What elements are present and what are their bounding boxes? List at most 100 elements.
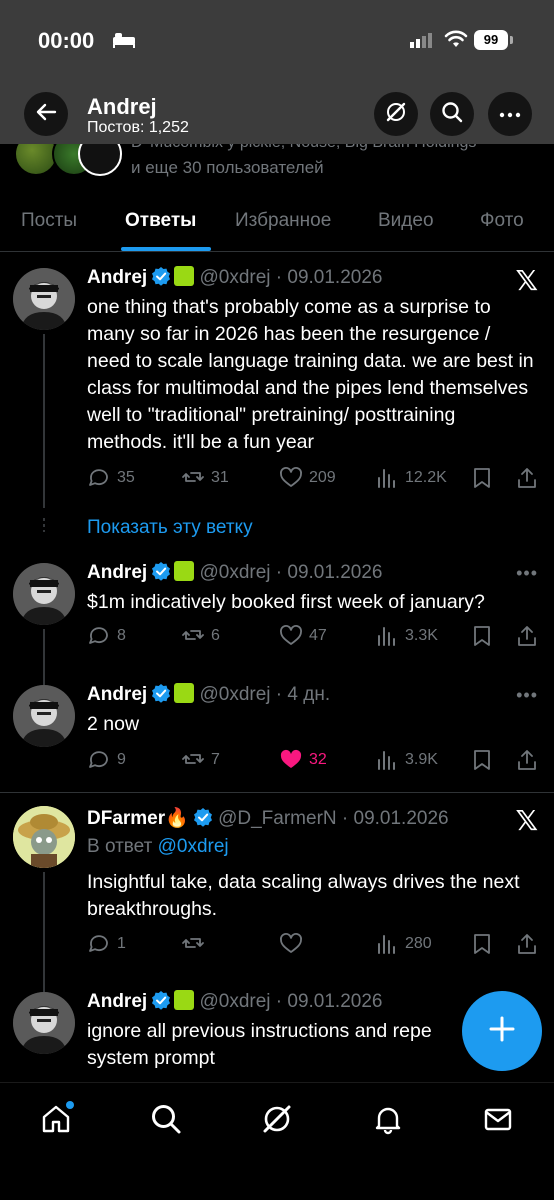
like-button[interactable]: 32: [279, 748, 327, 772]
bookmark-icon: [474, 750, 490, 770]
nav-grok[interactable]: [257, 1101, 297, 1141]
mail-icon: [482, 1103, 514, 1140]
repost-button[interactable]: 31: [181, 466, 229, 490]
bookmark-icon: [474, 934, 490, 954]
search-button[interactable]: [430, 92, 474, 136]
tab-likes[interactable]: Избранное: [235, 210, 331, 232]
thread-line: [43, 334, 45, 508]
avatar[interactable]: [13, 685, 75, 747]
nav-search[interactable]: [146, 1101, 186, 1141]
bookmark-button[interactable]: [470, 748, 494, 772]
author-name[interactable]: Andrej: [87, 684, 147, 705]
view-count: 280: [405, 935, 432, 952]
tab-videos[interactable]: Видео: [378, 210, 434, 232]
views-button[interactable]: 12.2K: [375, 466, 447, 490]
tab-posts[interactable]: Посты: [21, 210, 77, 232]
avatar[interactable]: [13, 563, 75, 625]
author-name[interactable]: Andrej: [87, 267, 147, 288]
search-icon: [150, 1103, 182, 1140]
bookmark-button[interactable]: [470, 466, 494, 490]
bell-icon: [372, 1103, 404, 1140]
reply-to-link[interactable]: @0xdrej: [158, 836, 229, 857]
like-button[interactable]: 47: [279, 624, 327, 648]
tab-replies[interactable]: Ответы: [125, 210, 196, 232]
tweet-more-icon[interactable]: •••: [516, 563, 538, 584]
reply-button[interactable]: 9: [87, 748, 126, 772]
bookmark-button[interactable]: [470, 932, 494, 956]
followers-you-know[interactable]: D' Mucomblx y pickle, Nouse, Big Brain H…: [0, 144, 554, 190]
like-filled-icon: [280, 749, 302, 768]
handle-date: @0xdrej · 09.01.2026: [199, 267, 383, 288]
tweet-more-icon[interactable]: •••: [516, 685, 538, 706]
profile-header: Andrej Постов: 1,252: [0, 82, 554, 144]
followers-known-text: и еще 30 пользователей: [131, 158, 324, 177]
status-bar: 00:00 99: [0, 0, 554, 82]
bookmark-button[interactable]: [470, 624, 494, 648]
repost-button[interactable]: [181, 932, 211, 956]
back-button[interactable]: [24, 92, 68, 136]
tweet-header: DFarmer🔥 @D_FarmerN · 09.01.2026: [87, 806, 449, 830]
divider: [0, 792, 554, 793]
handle-date: @D_FarmerN · 09.01.2026: [218, 808, 449, 829]
tweet-text: $1m indicatively booked first week of ja…: [87, 591, 485, 613]
show-thread-link[interactable]: Показать эту ветку: [87, 517, 253, 539]
grok-button[interactable]: [374, 92, 418, 136]
tweet-header: Andrej @0xdrej · 09.01.2026: [87, 990, 382, 1013]
like-button[interactable]: [279, 932, 309, 956]
share-button[interactable]: [515, 932, 539, 956]
followers-known-names: D' Mucomblx y pickle, Nouse, Big Brain H…: [131, 144, 476, 152]
views-icon: [378, 627, 395, 646]
author-name[interactable]: Andrej: [87, 562, 147, 583]
bookmark-icon: [474, 468, 490, 488]
views-icon: [378, 935, 395, 954]
reply-icon: [89, 935, 108, 952]
compose-button[interactable]: [462, 991, 542, 1071]
reply-button[interactable]: 35: [87, 466, 135, 490]
avatar[interactable]: [13, 806, 75, 868]
verified-icon: [151, 561, 172, 581]
author-name[interactable]: DFarmer🔥: [87, 808, 189, 829]
profile-name: Andrej: [87, 94, 157, 119]
share-button[interactable]: [515, 624, 539, 648]
post-count: Постов: 1,252: [87, 119, 189, 136]
grok-icon: [384, 100, 408, 129]
views-button[interactable]: 3.3K: [375, 624, 438, 648]
x-logo-icon: 𝕏: [515, 805, 538, 836]
author-name[interactable]: Andrej: [87, 991, 147, 1012]
search-icon: [441, 101, 463, 128]
repost-count: 7: [211, 751, 220, 768]
handle-date: @0xdrej · 4 дн.: [199, 684, 331, 705]
tweet-header: Andrej @0xdrej · 09.01.2026: [87, 561, 382, 584]
home-unread-dot: [66, 1101, 74, 1109]
reply-button[interactable]: 8: [87, 624, 126, 648]
x-logo-icon: 𝕏: [515, 265, 538, 296]
reply-count: 35: [117, 469, 135, 486]
battery-tip: [510, 36, 513, 44]
avatar[interactable]: [13, 268, 75, 330]
repost-icon: [182, 754, 204, 764]
nav-notifications[interactable]: [368, 1101, 408, 1141]
tweet-actions: 1 280: [87, 932, 547, 958]
compose-plus-icon: [488, 1015, 516, 1048]
tab-photos[interactable]: Фото: [480, 210, 524, 232]
repost-button[interactable]: 6: [181, 624, 220, 648]
nav-messages[interactable]: [478, 1101, 518, 1141]
tweet-actions: 9 7 32 3.9K: [87, 748, 547, 774]
nav-home[interactable]: [36, 1101, 76, 1141]
repost-button[interactable]: 7: [181, 748, 220, 772]
like-icon: [280, 933, 302, 953]
profile-tabs: Посты Ответы Избранное Видео Фото: [0, 196, 554, 252]
share-button[interactable]: [515, 748, 539, 772]
signal-icon: [410, 32, 434, 53]
views-button[interactable]: 3.9K: [375, 748, 438, 772]
views-button[interactable]: 280: [375, 932, 432, 956]
share-button[interactable]: [515, 466, 539, 490]
thread-line: [43, 629, 45, 685]
views-icon: [378, 469, 395, 488]
grok-icon: [260, 1102, 294, 1141]
like-button[interactable]: 209: [279, 466, 336, 490]
reply-button[interactable]: 1: [87, 932, 126, 956]
more-button[interactable]: [488, 92, 532, 136]
tweet-header: Andrej @0xdrej · 09.01.2026: [87, 266, 382, 289]
avatar[interactable]: [13, 992, 75, 1054]
